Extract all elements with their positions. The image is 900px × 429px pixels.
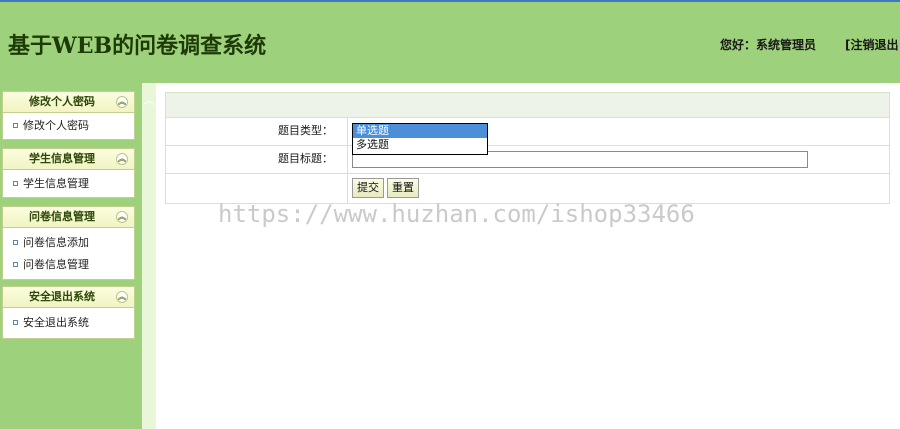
- form-row-type: 题目类型： 单选题 多选题: [166, 118, 889, 155]
- app-title: 基于WEB的问卷调查系统: [8, 33, 267, 59]
- menu-group-title: 问卷信息管理: [29, 210, 95, 223]
- bullet-icon: [13, 122, 18, 128]
- menu-group-body: 安全退出系统: [2, 308, 135, 339]
- sidebar-splitter[interactable]: ︿: [142, 83, 156, 429]
- question-type-select[interactable]: 单选题 多选题: [352, 123, 488, 155]
- sidebar-item-questionnaire-management[interactable]: 问卷信息管理: [3, 254, 134, 276]
- app-header: 基于WEB的问卷调查系统 您好：系统管理员 [注销退出: [0, 2, 900, 83]
- bullet-icon: [13, 239, 18, 245]
- sidebar-item-label: 修改个人密码: [23, 119, 89, 132]
- menu-group-title: 学生信息管理: [29, 152, 95, 165]
- sidebar-item-student-management[interactable]: 学生信息管理: [3, 173, 134, 195]
- sidebar-item-change-password[interactable]: 修改个人密码: [3, 115, 134, 137]
- sidebar-item-questionnaire-add[interactable]: 问卷信息添加: [3, 232, 134, 254]
- bullet-icon: [13, 180, 18, 186]
- sidebar-item-label: 问卷信息添加: [23, 236, 89, 249]
- main-content: 题目类型： 单选题 多选题 题目标题： 提交 重置: [156, 83, 900, 429]
- menu-group-body: 问卷信息添加 问卷信息管理: [2, 228, 135, 280]
- menu-group-body: 修改个人密码: [2, 113, 135, 140]
- title-label: 题目标题：: [166, 146, 348, 173]
- menu-group-questionnaire[interactable]: 问卷信息管理 ︽: [2, 206, 135, 228]
- menu-group-body: 学生信息管理: [2, 170, 135, 198]
- type-label: 题目类型：: [166, 118, 348, 145]
- sidebar-item-safe-logout[interactable]: 安全退出系统: [3, 312, 134, 334]
- submit-button[interactable]: 提交: [352, 178, 384, 198]
- bullet-icon: [13, 319, 18, 325]
- actions-label-cell: [166, 174, 348, 203]
- menu-group-title: 安全退出系统: [29, 290, 95, 303]
- user-greeting: 您好：系统管理员: [720, 38, 817, 52]
- menu-group-password[interactable]: 修改个人密码 ︽: [2, 91, 135, 113]
- collapse-icon[interactable]: ︽: [116, 211, 128, 223]
- sidebar: 修改个人密码 ︽ 修改个人密码 学生信息管理 ︽ 学生信息管理 问卷信息管理 ︽…: [0, 83, 142, 429]
- question-form: 题目类型： 单选题 多选题 题目标题： 提交 重置: [165, 92, 890, 204]
- bullet-icon: [13, 261, 18, 267]
- chevron-up-icon[interactable]: ︿: [142, 94, 156, 106]
- form-header-bar: [166, 93, 889, 118]
- menu-group-logout[interactable]: 安全退出系统 ︽: [2, 286, 135, 308]
- collapse-icon[interactable]: ︽: [116, 291, 128, 303]
- sidebar-item-label: 问卷信息管理: [23, 258, 89, 271]
- logout-link[interactable]: [注销退出: [845, 36, 899, 53]
- reset-button[interactable]: 重置: [387, 178, 419, 198]
- type-cell: 单选题 多选题: [349, 118, 889, 155]
- menu-group-title: 修改个人密码: [29, 95, 95, 108]
- form-row-actions: 提交 重置: [166, 174, 889, 203]
- menu-group-students[interactable]: 学生信息管理 ︽: [2, 148, 135, 170]
- sidebar-item-label: 安全退出系统: [23, 316, 89, 329]
- actions-cell: 提交 重置: [349, 174, 889, 203]
- option-multiple-choice[interactable]: 多选题: [353, 138, 487, 152]
- option-single-choice[interactable]: 单选题: [353, 124, 487, 138]
- sidebar-item-label: 学生信息管理: [23, 177, 89, 190]
- collapse-icon[interactable]: ︽: [116, 96, 128, 108]
- collapse-icon[interactable]: ︽: [116, 153, 128, 165]
- form-row-title: 题目标题：: [166, 146, 889, 174]
